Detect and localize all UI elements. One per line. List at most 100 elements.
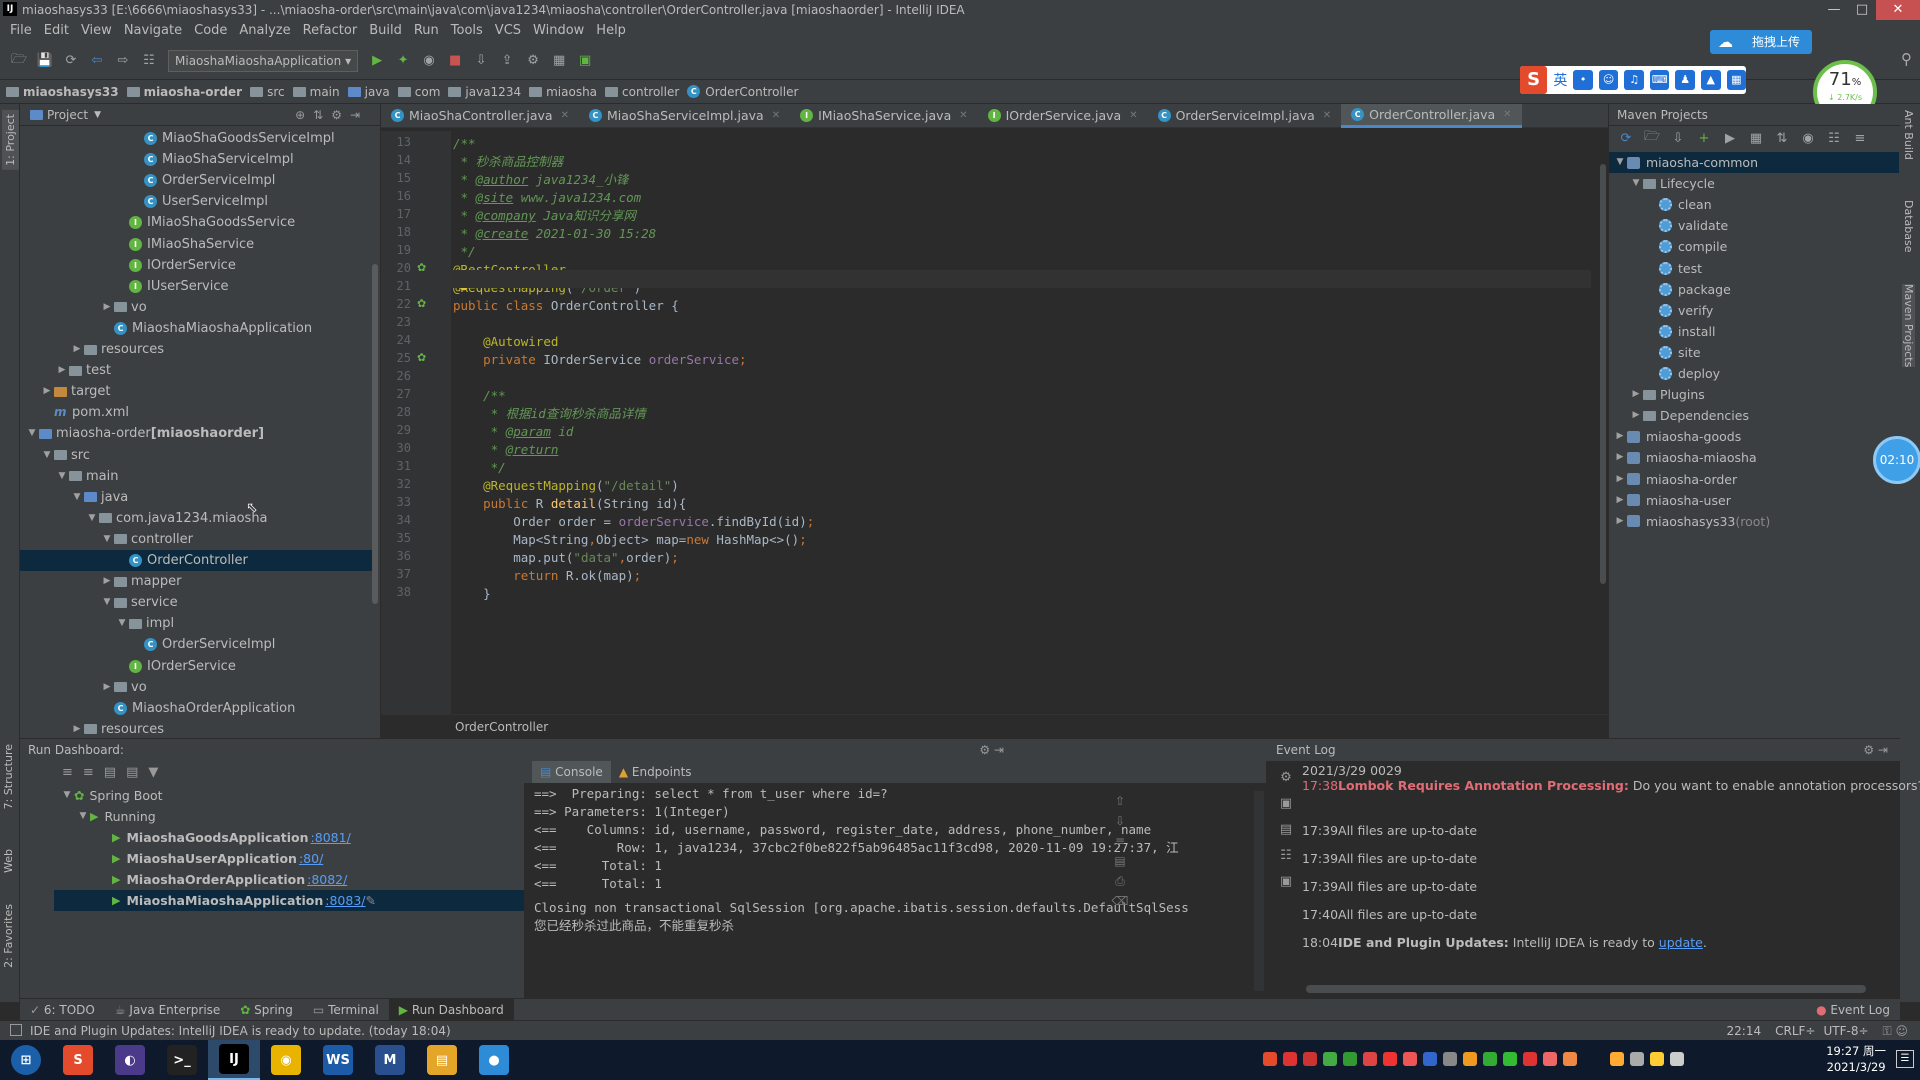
project-tree-item[interactable]: ▼ java [70, 487, 129, 508]
minimize-icon[interactable]: — [1820, 0, 1848, 20]
tray-app-icon[interactable] [1403, 1052, 1417, 1066]
file-encoding[interactable]: UTF-8÷ [1823, 1021, 1868, 1041]
run-app-item[interactable]: ▶ MiaoshaGoodsApplication:8081/ [112, 827, 351, 848]
status-toggle-icon[interactable] [10, 1024, 22, 1036]
event-log-settings-icon[interactable]: ⚙ ⇥ [1863, 739, 1888, 761]
project-tree-item[interactable]: ▶ test [55, 360, 111, 381]
tray-app-icon[interactable] [1523, 1052, 1537, 1066]
menu-analyze[interactable]: Analyze [233, 20, 296, 42]
bottom-tab[interactable]: ▭ Terminal [303, 999, 389, 1021]
open-folder-icon[interactable]: 🗁 [9, 51, 29, 71]
project-tree-item[interactable]: ▼ impl [115, 613, 175, 634]
maven-tree-item[interactable]: test [1645, 258, 1702, 279]
code-line[interactable]: return R.ok(map); [453, 567, 641, 585]
generate-sources-icon[interactable]: 🗁 [1642, 128, 1662, 148]
maven-tree-item[interactable]: ▶ miaosha-user [1613, 490, 1731, 511]
console-side-actions[interactable]: ⇧ ⇩ ≡ ▤ ⎙ ⌫ [1110, 791, 1130, 911]
maven-tree-item[interactable]: clean [1645, 194, 1712, 215]
editor-tab[interactable]: I IOrderService.java ✕ [978, 104, 1148, 128]
sogou-logo-icon[interactable]: S [1520, 66, 1548, 94]
expand-arrow-icon[interactable]: ▶ [100, 571, 114, 592]
tray-wechat-icon[interactable] [1483, 1052, 1497, 1066]
maven-tree-item[interactable]: ▶ miaosha-goods [1613, 426, 1742, 447]
add-icon[interactable]: + [1694, 128, 1714, 148]
code-line[interactable]: * @site www.java1234.com [453, 189, 642, 207]
stop-icon[interactable]: ■ [445, 51, 465, 71]
project-tree-item[interactable]: ▼ main [55, 466, 119, 487]
menu-run[interactable]: Run [408, 20, 445, 42]
collapse-all-icon[interactable]: ≡ [1850, 128, 1870, 148]
expand-arrow-icon[interactable]: ▶ [1613, 447, 1627, 468]
tray-app-icon[interactable] [1303, 1052, 1317, 1066]
editor-tab[interactable]: I IMiaoShaService.java ✕ [790, 104, 978, 128]
build-icon[interactable]: ☷ [139, 51, 159, 71]
run-configuration-select[interactable]: MiaoshaMiaoshaApplication ▾ [168, 49, 359, 72]
expand-arrow-icon[interactable]: ▶ [1613, 469, 1627, 490]
spring-boot-node[interactable]: ▼ ✿ Spring Boot [60, 785, 163, 806]
settings-icon[interactable]: ⚙ [523, 51, 543, 71]
debug-icon[interactable]: ✦ [393, 51, 413, 71]
tray-app-icon[interactable] [1543, 1052, 1557, 1066]
code-line[interactable]: * 秒杀商品控制器 [453, 153, 564, 171]
toolbox-icon[interactable]: ▦ [1726, 70, 1747, 90]
code-line[interactable]: /** [453, 135, 476, 153]
project-tree-item[interactable]: ▶ resources [70, 719, 164, 740]
spring-bean-icon[interactable]: ✿ [417, 297, 426, 310]
breadcrumb-item[interactable]: C OrderController [687, 85, 798, 99]
tab-project[interactable]: 1: Project [2, 110, 19, 170]
tray-shield-icon[interactable] [1323, 1052, 1337, 1066]
bottom-tab[interactable]: ▶ Run Dashboard [388, 998, 514, 1021]
project-tree-item[interactable]: ▶ vo [100, 677, 147, 698]
close-tab-icon[interactable]: ✕ [1129, 110, 1137, 121]
close-tab-icon[interactable]: ✕ [1323, 110, 1331, 121]
project-tree-item[interactable]: C MiaoshaMiaoshaApplication [100, 318, 312, 339]
voice-icon[interactable]: ♫ [1624, 70, 1644, 90]
upload-button[interactable]: ☁ 拖拽上传 [1710, 30, 1812, 54]
bottom-tab[interactable]: ✓ 6: TODO [20, 999, 105, 1021]
event-log-actions[interactable]: ⚙ ▣ ▤ ☷ ▣ [1276, 765, 1296, 895]
code-line[interactable]: * @return [453, 441, 559, 459]
console-scrollbar[interactable] [1254, 791, 1264, 991]
close-tab-icon[interactable]: ✕ [772, 110, 780, 121]
project-tree-item[interactable]: C UserServiceImpl [130, 191, 268, 212]
bottom-tab[interactable]: ✿ Spring [230, 999, 303, 1021]
expand-arrow-icon[interactable]: ▶ [100, 297, 114, 318]
code-line[interactable]: * 根据id查询秒杀商品详情 [453, 405, 646, 423]
expand-arrow-icon[interactable]: ▶ [1629, 405, 1643, 426]
vcs-icon[interactable]: ⇪ [497, 51, 517, 71]
project-tree-item[interactable]: ▼ controller [100, 529, 194, 550]
tab-ant-build[interactable]: Ant Build [1902, 110, 1915, 160]
tray-app-icon[interactable] [1343, 1052, 1357, 1066]
menu-help[interactable]: Help [590, 20, 632, 42]
tray-sogou-icon[interactable] [1263, 1052, 1277, 1066]
lock-icon[interactable]: ⚿ ☺ [1883, 1021, 1908, 1041]
tray-app-icon[interactable] [1463, 1052, 1477, 1066]
expand-arrow-icon[interactable]: ▼ [100, 592, 114, 613]
code-line[interactable]: } [453, 585, 491, 603]
event-log-tab[interactable]: ● Event Log [1806, 999, 1900, 1021]
tray-app-icon[interactable] [1443, 1052, 1457, 1066]
breadcrumb-item[interactable]: src [250, 85, 285, 99]
editor-scrollbar[interactable] [1600, 164, 1606, 584]
project-tree-item[interactable]: C MiaoShaGoodsServiceImpl [130, 128, 335, 149]
project-tree-item[interactable]: ▶ target [40, 381, 111, 402]
maven-tree-item[interactable]: ▶ miaosha-order [1613, 469, 1738, 490]
project-panel-title[interactable]: Project [47, 108, 88, 122]
run-settings-icon[interactable]: ⚙ ⇥ [979, 739, 1004, 761]
taskbar-record[interactable]: ● [468, 1040, 520, 1080]
sync-icon[interactable]: ⟳ [61, 51, 81, 71]
project-tree-item[interactable]: ▶ mapper [100, 571, 182, 592]
menu-navigate[interactable]: Navigate [118, 20, 188, 42]
project-tree-item[interactable]: C OrderServiceImpl [130, 170, 275, 191]
taskbar-webstorm[interactable]: WS [312, 1040, 364, 1080]
project-scrollbar[interactable] [372, 264, 378, 604]
project-tree-item[interactable]: I IOrderService [115, 656, 236, 677]
expand-arrow-icon[interactable]: ▶ [55, 360, 69, 381]
reimport-icon[interactable]: ⟳ [1616, 128, 1636, 148]
menu-view[interactable]: View [75, 20, 118, 42]
restore-icon[interactable]: □ [1848, 0, 1876, 20]
expand-arrow-icon[interactable]: ▶ [40, 381, 54, 402]
project-tree-item[interactable]: C MiaoshaOrderApplication [100, 698, 295, 719]
run-app-port-link[interactable]: :8081/ [311, 827, 351, 848]
expand-arrow-icon[interactable]: ▼ [100, 529, 114, 550]
